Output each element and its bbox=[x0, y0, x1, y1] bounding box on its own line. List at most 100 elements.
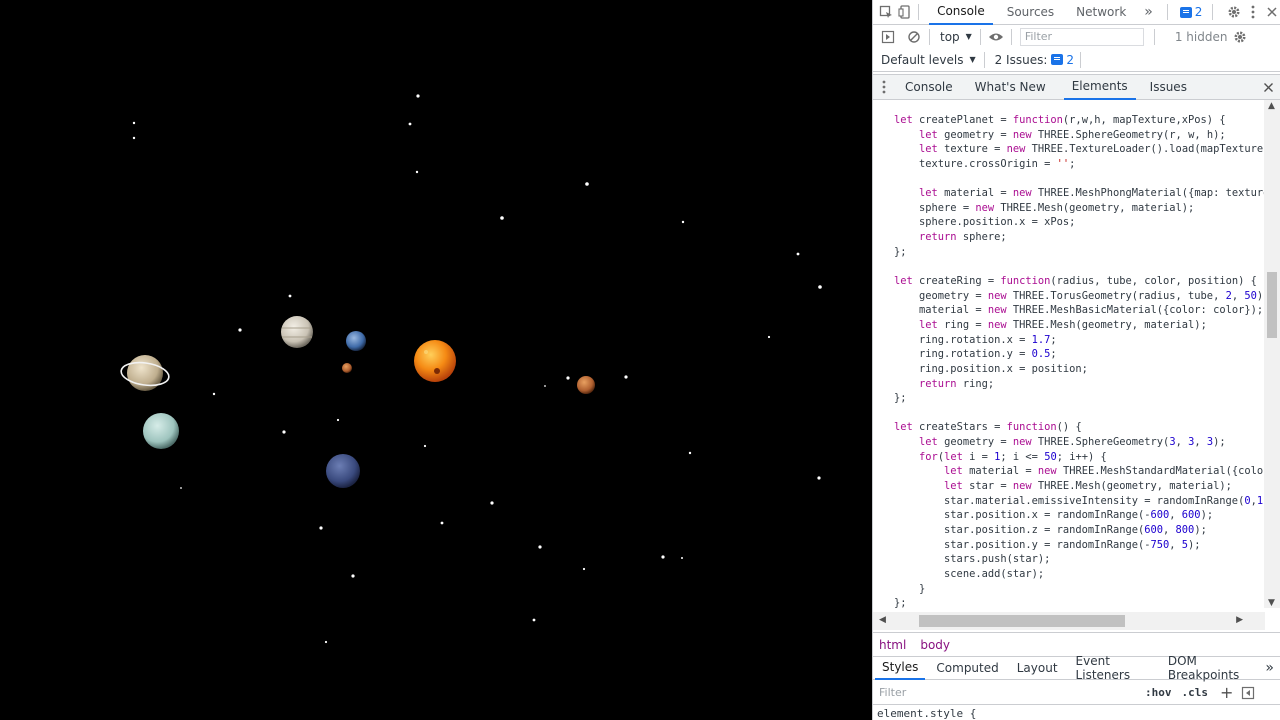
code-line: let texture = new THREE.TextureLoader().… bbox=[919, 143, 1265, 156]
code-line: ring.rotation.y = 0.5; bbox=[894, 348, 1057, 361]
clear-console-icon[interactable] bbox=[903, 26, 925, 48]
more-tabs-button[interactable]: » bbox=[1136, 0, 1161, 25]
more-styles-tabs-button[interactable]: » bbox=[1258, 656, 1280, 680]
console-settings-gear-icon[interactable] bbox=[1229, 26, 1251, 48]
code-line: texture.crossOrigin = ''; bbox=[894, 157, 1076, 170]
drawer-tab-elements-label: Elements bbox=[1071, 79, 1128, 93]
vertical-scroll-thumb[interactable] bbox=[1267, 272, 1277, 338]
issues-badge-count: 2 bbox=[1194, 5, 1203, 19]
drawer-tab-console[interactable]: Console bbox=[897, 74, 961, 100]
levels-toolbar: Default levels ▼ 2 Issues: 2 bbox=[873, 48, 1280, 72]
scroll-down-arrow-icon[interactable]: ▼ bbox=[1268, 598, 1275, 608]
drawer-menu-icon[interactable] bbox=[877, 76, 891, 98]
settings-gear-icon[interactable] bbox=[1225, 1, 1244, 23]
show-sidebar-icon[interactable] bbox=[877, 26, 899, 48]
code-line: } bbox=[894, 582, 926, 595]
code-line: sphere = new THREE.Mesh(geometry, materi… bbox=[894, 201, 1195, 214]
code-line: let geometry = new THREE.SphereGeometry(… bbox=[919, 436, 1226, 449]
scroll-up-arrow-icon[interactable]: ▲ bbox=[1268, 101, 1275, 111]
styles-filter-input[interactable]: Filter bbox=[879, 686, 1139, 699]
breadcrumb-html[interactable]: html bbox=[879, 638, 906, 652]
close-drawer-icon[interactable] bbox=[1257, 76, 1279, 98]
hover-state-toggle[interactable]: :hov bbox=[1145, 686, 1172, 699]
issues-count: 2 bbox=[1066, 52, 1075, 67]
code-line: let createStars = function() { bbox=[894, 421, 1082, 434]
tab-network[interactable]: Network bbox=[1068, 0, 1134, 25]
code-line: return sphere; bbox=[919, 231, 1007, 244]
code-line: let createRing = function(radius, tube, … bbox=[894, 275, 1257, 288]
tab-styles[interactable]: Styles bbox=[875, 656, 926, 680]
code-line: geometry = new THREE.TorusGeometry(radiu… bbox=[894, 289, 1265, 302]
new-style-rule-icon[interactable]: + bbox=[1220, 683, 1233, 702]
uranus-sphere bbox=[143, 413, 179, 449]
drawer-tab-bar: Console What's New Elements Issues bbox=[873, 74, 1280, 100]
toggle-sidebar-icon[interactable] bbox=[1237, 682, 1259, 704]
tab-dom-breakpoints-label: DOM Breakpoints bbox=[1167, 654, 1240, 682]
neptune-sphere bbox=[326, 454, 360, 488]
code-line: }; bbox=[894, 597, 907, 610]
drawer-tab-issues-label: Issues bbox=[1149, 80, 1187, 94]
tab-event-listeners[interactable]: Event Listeners bbox=[1069, 654, 1157, 682]
code-vertical-scrollbar[interactable]: ▲ ▼ bbox=[1264, 100, 1280, 608]
styles-filter-bar: Filter :hov .cls + bbox=[873, 681, 1280, 705]
code-line: ring.rotation.x = 1.7; bbox=[894, 333, 1057, 346]
issue-message-icon bbox=[1179, 6, 1192, 18]
device-toolbar-icon[interactable] bbox=[896, 1, 915, 23]
jupiter-sphere bbox=[281, 316, 313, 348]
threejs-canvas[interactable] bbox=[0, 0, 872, 720]
dropdown-arrow-icon: ▼ bbox=[969, 55, 976, 64]
hidden-count: 1 hidden bbox=[1174, 29, 1228, 44]
context-select[interactable]: top ▼ bbox=[940, 30, 972, 44]
drawer-tab-elements[interactable]: Elements bbox=[1063, 74, 1136, 100]
tab-computed[interactable]: Computed bbox=[929, 656, 1005, 680]
devtools-panel: Console Sources Network » 2 top ▼ Filter… bbox=[872, 0, 1280, 720]
styles-tab-bar: Styles Computed Layout Event Listeners D… bbox=[873, 654, 1280, 682]
tab-event-listeners-label: Event Listeners bbox=[1075, 654, 1131, 682]
kebab-menu-icon[interactable] bbox=[1244, 1, 1263, 23]
scroll-left-arrow-icon[interactable]: ◀ bbox=[879, 615, 886, 625]
code-line: star.material.emissiveIntensity = random… bbox=[894, 494, 1265, 507]
issues-label: 2 Issues: bbox=[994, 52, 1048, 67]
tab-console-label: Console bbox=[937, 4, 985, 18]
more-tabs-chevron-icon: » bbox=[1144, 4, 1153, 20]
horizontal-scroll-thumb[interactable] bbox=[919, 615, 1125, 627]
scroll-right-arrow-icon[interactable]: ▶ bbox=[1236, 615, 1243, 625]
solar-system-render bbox=[120, 94, 822, 644]
code-line: let createPlanet = function(r,w,h, mapTe… bbox=[894, 114, 1226, 126]
tab-styles-label: Styles bbox=[882, 660, 919, 674]
code-line: scene.add(star); bbox=[894, 567, 1045, 580]
console-filter-placeholder: Filter bbox=[1024, 30, 1053, 43]
mars-sphere bbox=[577, 376, 595, 394]
console-filter-input[interactable]: Filter bbox=[1019, 27, 1144, 46]
element-style-rule[interactable]: element.style { bbox=[873, 706, 1280, 720]
live-expression-eye-icon[interactable] bbox=[985, 26, 1007, 48]
issues-button[interactable]: 2 Issues: 2 bbox=[995, 53, 1074, 67]
inspect-element-icon[interactable] bbox=[877, 1, 896, 23]
code-line: star.position.z = randomInRange(600, 800… bbox=[894, 523, 1207, 536]
tab-layout-label: Layout bbox=[1016, 661, 1058, 675]
tab-network-label: Network bbox=[1076, 5, 1127, 19]
class-toggle[interactable]: .cls bbox=[1182, 686, 1209, 699]
earth-sphere bbox=[346, 331, 366, 351]
code-line: return ring; bbox=[919, 377, 995, 390]
drawer-tab-whats-new[interactable]: What's New bbox=[967, 74, 1054, 100]
log-levels-select[interactable]: Default levels ▼ bbox=[881, 53, 976, 67]
devtools-main-toolbar: Console Sources Network » 2 bbox=[873, 0, 1280, 25]
code-line: stars.push(star); bbox=[894, 553, 1051, 566]
tab-sources[interactable]: Sources bbox=[999, 0, 1062, 25]
tab-dom-breakpoints[interactable]: DOM Breakpoints bbox=[1161, 654, 1259, 682]
drawer-tab-console-label: Console bbox=[905, 80, 953, 94]
code-line: }; bbox=[894, 392, 907, 405]
tab-console[interactable]: Console bbox=[929, 0, 993, 25]
drawer-tab-issues[interactable]: Issues bbox=[1142, 74, 1195, 100]
issues-badge[interactable]: 2 bbox=[1179, 5, 1203, 19]
close-devtools-icon[interactable] bbox=[1262, 1, 1280, 23]
breadcrumb: html body bbox=[873, 632, 1280, 656]
code-horizontal-scrollbar[interactable]: ◀ ▶ bbox=[873, 612, 1265, 630]
breadcrumb-body[interactable]: body bbox=[920, 638, 950, 652]
tab-layout[interactable]: Layout bbox=[1010, 656, 1065, 680]
source-code-view[interactable]: let createPlanet = function(r,w,h, mapTe… bbox=[873, 100, 1265, 614]
